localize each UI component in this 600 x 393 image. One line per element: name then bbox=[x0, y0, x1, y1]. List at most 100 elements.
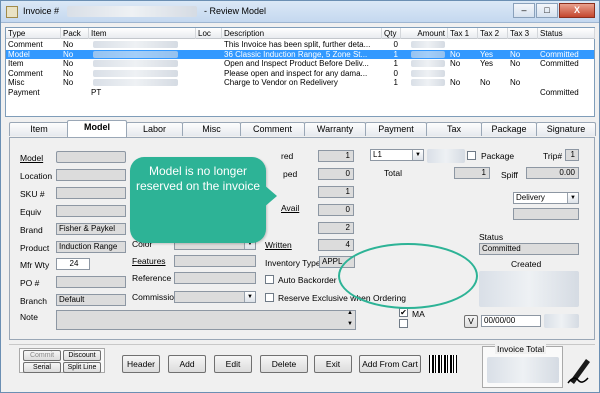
tab-signature[interactable]: Signature bbox=[536, 122, 596, 136]
equiv-label: Equiv bbox=[20, 207, 42, 217]
package-checkbox[interactable] bbox=[467, 151, 476, 160]
header-button[interactable]: Header bbox=[122, 355, 160, 373]
signature-pen-icon[interactable] bbox=[566, 353, 592, 385]
commission-combo[interactable]: ▼ bbox=[174, 291, 256, 303]
col-status[interactable]: Status bbox=[538, 28, 595, 39]
invoice-window: Invoice # - Review Model – □ X Type Pack… bbox=[0, 0, 600, 393]
col-item[interactable]: Item bbox=[89, 28, 196, 39]
note-field[interactable] bbox=[56, 310, 356, 330]
col-qty[interactable]: Qty bbox=[382, 28, 401, 39]
ma-checkbox[interactable]: ✔ bbox=[399, 308, 408, 317]
add-from-cart-button[interactable]: Add From Cart bbox=[359, 355, 421, 373]
exit-button[interactable]: Exit bbox=[314, 355, 352, 373]
tab-misc[interactable]: Misc bbox=[182, 122, 241, 136]
table-row[interactable]: Misc No Charge to Vendor on Redelivery 1 No N… bbox=[6, 78, 594, 88]
tab-package[interactable]: Package bbox=[481, 122, 537, 136]
serial-button[interactable]: Serial bbox=[23, 362, 61, 373]
reference-field[interactable] bbox=[174, 272, 256, 284]
commit-button[interactable]: Commit bbox=[23, 350, 61, 361]
table-row[interactable]: Model No 36 Classic Induction Range, 5 Zon… bbox=[6, 49, 594, 60]
col-description[interactable]: Description bbox=[222, 28, 382, 39]
product-field[interactable]: Induction Range bbox=[56, 241, 126, 253]
date-field[interactable]: 00/00/00 bbox=[481, 315, 541, 327]
col-tax2[interactable]: Tax 2 bbox=[478, 28, 508, 39]
col-amount[interactable]: Amount bbox=[401, 28, 448, 39]
chevron-down-icon[interactable]: ▼ bbox=[244, 292, 255, 302]
reserve-exclusive-checkbox[interactable] bbox=[265, 293, 274, 302]
written-label[interactable]: Written bbox=[265, 240, 292, 250]
delivery-combo[interactable]: Delivery ▼ bbox=[513, 192, 579, 204]
barcode-icon[interactable] bbox=[429, 355, 457, 373]
cell-pack: No bbox=[63, 40, 74, 49]
tab-warranty[interactable]: Warranty bbox=[304, 122, 366, 136]
invoice-total-label: Invoice Total bbox=[495, 344, 547, 354]
note-scroll-down-icon[interactable]: ▼ bbox=[347, 321, 353, 327]
cell-pack: No bbox=[63, 68, 74, 78]
po-field[interactable] bbox=[56, 276, 126, 288]
tab-model[interactable]: Model bbox=[67, 120, 127, 137]
trip-field[interactable]: 1 bbox=[565, 149, 579, 161]
brand-field[interactable]: Fisher & Paykel bbox=[56, 223, 126, 235]
table-row[interactable]: Comment No Please open and inspect for any… bbox=[6, 69, 594, 79]
created-label: Created bbox=[511, 259, 542, 269]
minimize-button[interactable]: – bbox=[513, 3, 535, 18]
cell-type: Payment bbox=[8, 88, 40, 97]
cell-status: Committed bbox=[540, 49, 579, 59]
sku-field[interactable] bbox=[56, 187, 126, 199]
tab-labor[interactable]: Labor bbox=[126, 122, 183, 136]
cell-pack: No bbox=[63, 78, 74, 88]
redacted-item bbox=[93, 79, 178, 87]
maximize-button[interactable]: □ bbox=[536, 3, 558, 18]
cell-tax3: No bbox=[510, 78, 521, 88]
product-label: Product bbox=[20, 243, 50, 253]
location-field[interactable] bbox=[56, 169, 126, 181]
tab-tax[interactable]: Tax bbox=[426, 122, 482, 136]
table-row[interactable]: Item No Open and Inspect Product Before De… bbox=[6, 59, 594, 69]
v-button[interactable]: V bbox=[464, 315, 478, 328]
model-label[interactable]: Model bbox=[20, 153, 43, 163]
col-type[interactable]: Type bbox=[6, 28, 61, 39]
col-pack[interactable]: Pack bbox=[61, 28, 89, 39]
package-label: Package bbox=[481, 151, 515, 161]
branch-field[interactable]: Default bbox=[56, 294, 126, 306]
cell-tax2: Yes bbox=[480, 59, 494, 69]
equiv-field[interactable] bbox=[56, 205, 126, 217]
cell-qty: 1 bbox=[393, 59, 398, 69]
window-title-suffix: - Review Model bbox=[204, 6, 267, 16]
level-combo[interactable]: L1 ▼ bbox=[370, 149, 424, 161]
ordered-qty: 1 bbox=[318, 150, 354, 162]
edit-button[interactable]: Edit bbox=[214, 355, 252, 373]
tab-comment[interactable]: Comment bbox=[240, 122, 305, 136]
features-field[interactable] bbox=[174, 255, 256, 267]
split-line-button[interactable]: Split Line bbox=[63, 362, 101, 373]
table-row[interactable]: Comment No This Invoice has been split, fu… bbox=[6, 40, 594, 50]
spiff-field[interactable]: 0.00 bbox=[526, 167, 579, 179]
branch-label: Branch bbox=[20, 296, 47, 306]
add-button[interactable]: Add bbox=[168, 355, 206, 373]
note-scroll-up-icon[interactable]: ▲ bbox=[347, 310, 353, 316]
col-tax3[interactable]: Tax 3 bbox=[508, 28, 538, 39]
discount-button[interactable]: Discount bbox=[63, 350, 101, 361]
cell-status: Committed bbox=[540, 88, 579, 97]
col-loc[interactable]: Loc bbox=[196, 28, 222, 39]
table-row[interactable]: Payment PT Committed bbox=[6, 88, 594, 98]
chevron-down-icon[interactable]: ▼ bbox=[412, 150, 423, 160]
model-field[interactable] bbox=[56, 151, 126, 163]
delivery-detail-field[interactable] bbox=[513, 208, 579, 220]
chevron-down-icon[interactable]: ▼ bbox=[567, 193, 578, 203]
second-checkbox[interactable] bbox=[399, 319, 408, 328]
avail-label[interactable]: Avail bbox=[281, 203, 299, 213]
delete-button[interactable]: Delete bbox=[260, 355, 308, 373]
trip-label: Trip# bbox=[543, 151, 563, 161]
col-tax1[interactable]: Tax 1 bbox=[448, 28, 478, 39]
invoice-lines-list[interactable]: Type Pack Item Loc Description Qty Amoun… bbox=[5, 27, 595, 117]
annotation-callout: Model is no longer reserved on the invoi… bbox=[130, 157, 266, 243]
tab-payment[interactable]: Payment bbox=[365, 122, 427, 136]
features-label[interactable]: Features bbox=[132, 256, 166, 266]
close-button[interactable]: X bbox=[559, 3, 595, 18]
mfr-wty-field[interactable]: 24 bbox=[56, 258, 90, 270]
cell-tax2: No bbox=[480, 78, 491, 88]
tab-item[interactable]: Item bbox=[9, 122, 69, 136]
auto-backorder-checkbox[interactable] bbox=[265, 275, 274, 284]
detail-tabs: Item Model Labor Misc Comment Warranty P… bbox=[9, 120, 597, 137]
